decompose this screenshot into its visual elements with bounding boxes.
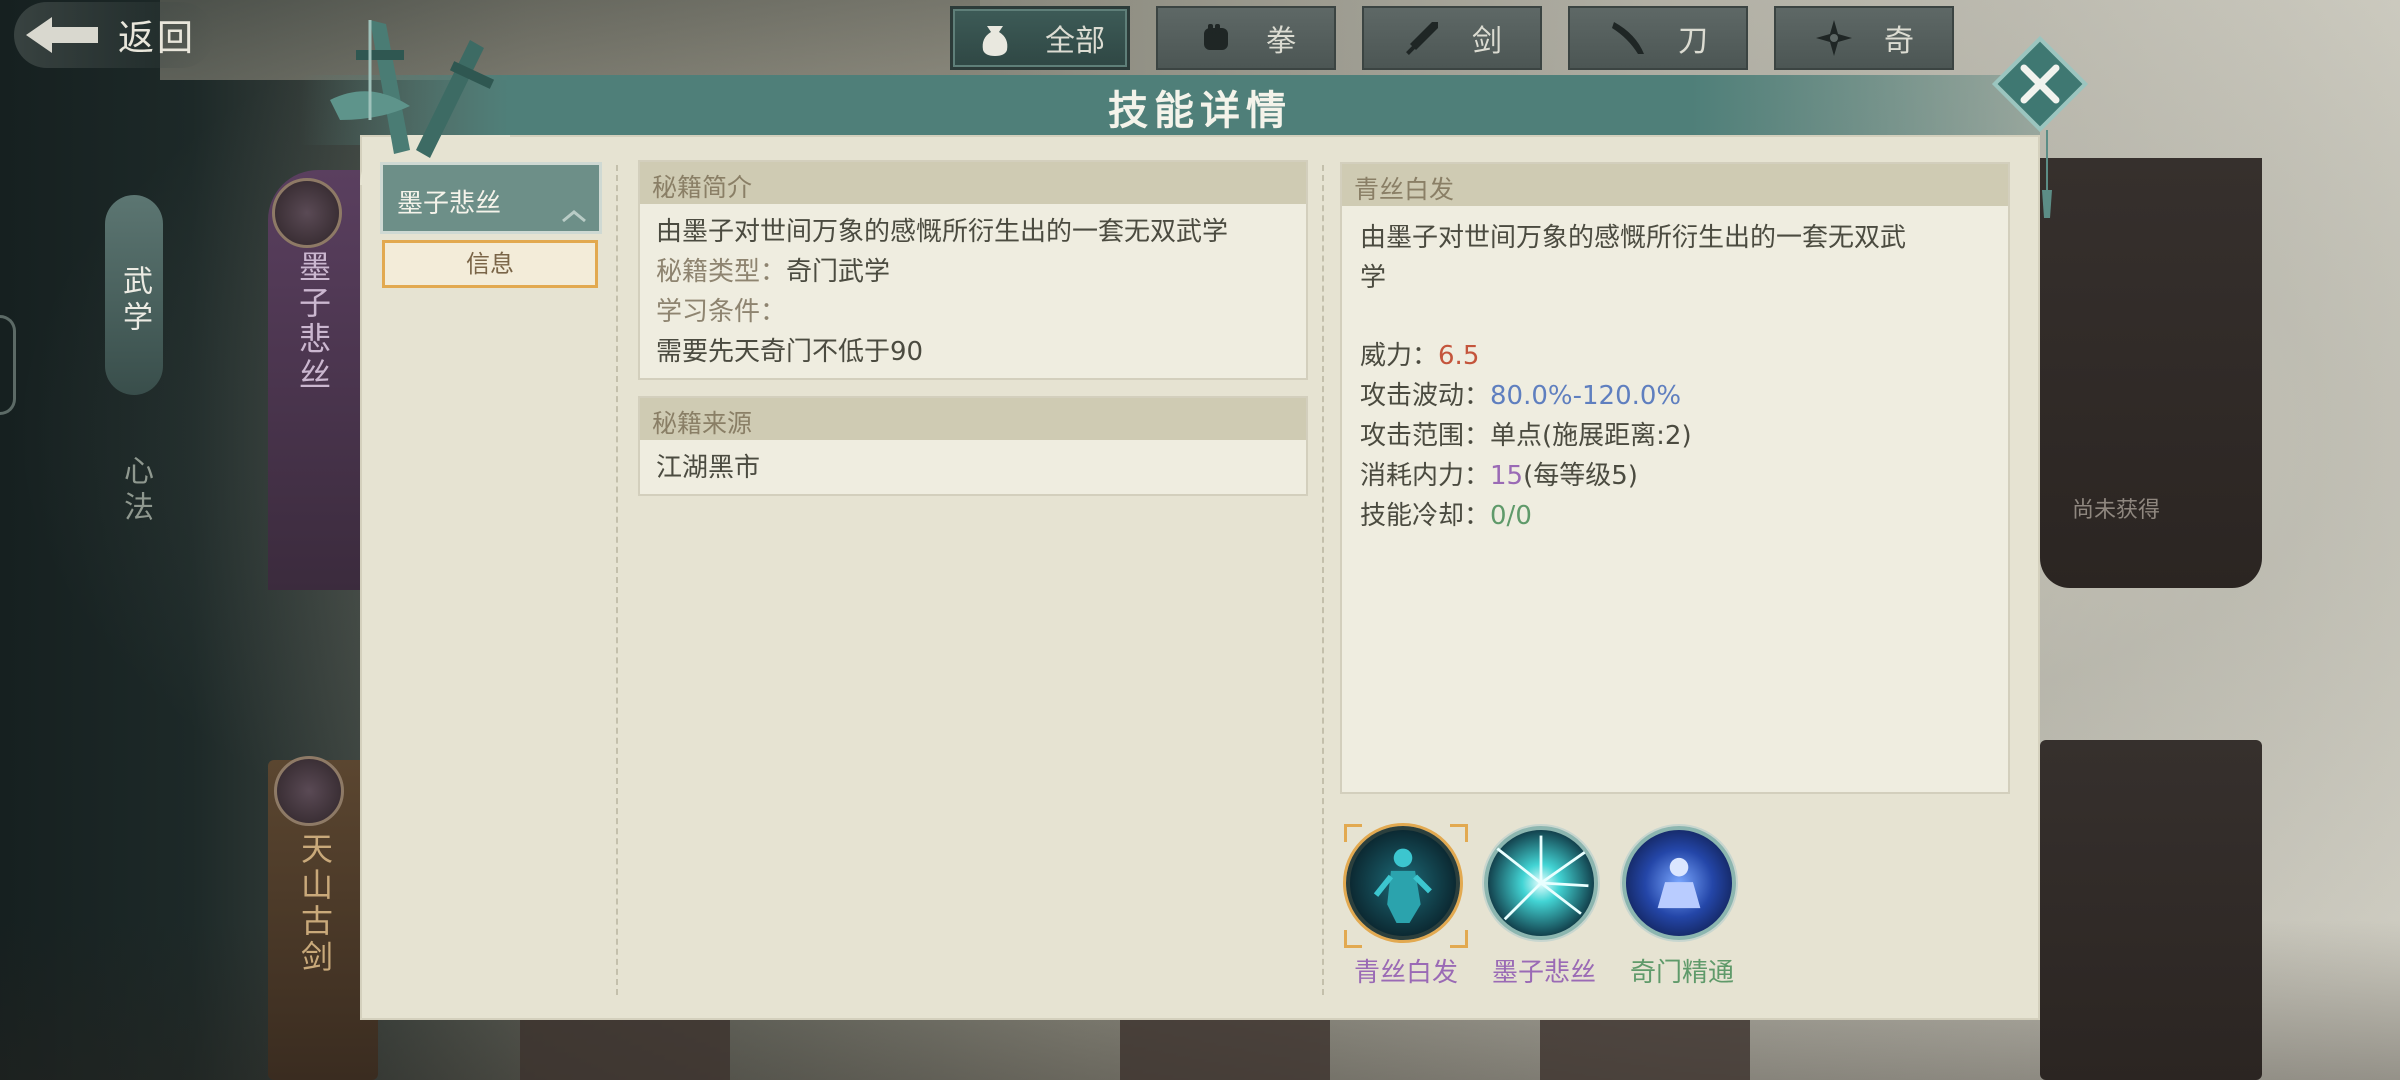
info-button[interactable]: 信息 — [382, 240, 598, 288]
left-nav: 武学 心法 — [0, 95, 185, 1080]
blade-icon — [1612, 22, 1644, 54]
modal-title: 技能详情 — [1108, 88, 1292, 134]
nav-tab-label: 心法 — [118, 455, 153, 527]
skill-list-label: 墨子悲丝 — [397, 189, 502, 219]
sword-icon — [1406, 22, 1438, 55]
tassel-decoration — [2040, 130, 2054, 220]
range-value: 单点(施展距离:2) — [1490, 421, 1692, 451]
filter-tab-label: 剑 — [1472, 24, 1502, 59]
figure-silhouette-icon — [1346, 826, 1460, 940]
meditation-icon — [1622, 826, 1736, 940]
shuriken-icon — [1816, 20, 1852, 56]
divider — [1322, 165, 1324, 995]
not-obtained-label: 尚未获得 — [2072, 498, 2161, 523]
filter-tab-label: 拳 — [1266, 24, 1296, 59]
filter-tab-label: 刀 — [1678, 24, 1708, 59]
skill-list-item[interactable]: 墨子悲丝 — [380, 162, 602, 234]
skill-detail-panel: 青丝白发 由墨子对世间万象的感慨所衍生出的一套无双武 学 威力：6.5 攻击波动… — [1340, 162, 2010, 794]
detail-description-line: 学 — [1360, 263, 1387, 293]
detail-header: 青丝白发 — [1342, 164, 2008, 206]
cooldown-label: 技能冷却： — [1360, 501, 1491, 531]
selection-corner — [1450, 930, 1468, 948]
requirement-label: 学习条件： — [656, 297, 787, 327]
background-card-strip — [1120, 1020, 1330, 1080]
cooldown-value: 0/0 — [1490, 501, 1532, 531]
type-label: 秘籍类型： — [656, 257, 787, 287]
divider — [616, 165, 618, 995]
filter-tab-fist[interactable]: 拳 — [1156, 6, 1336, 70]
type-value: 奇门武学 — [786, 257, 891, 287]
filter-tab-label: 全部 — [1045, 24, 1105, 59]
cost-label: 消耗内力： — [1360, 461, 1491, 491]
requirement-value: 需要先天奇门不低于90 — [656, 337, 924, 367]
background-card-title: 墨子悲丝 — [294, 250, 332, 394]
selection-corner — [1344, 824, 1362, 842]
selection-corner — [1344, 930, 1362, 948]
intro-section: 秘籍简介 由墨子对世间万象的感慨所衍生出的一套无双武学 秘籍类型：奇门武学 学习… — [638, 160, 1308, 380]
background-skill-card[interactable] — [2040, 740, 2262, 1080]
bag-icon — [982, 26, 1008, 56]
power-label: 威力： — [1360, 341, 1439, 371]
nav-tab-wuxue[interactable]: 武学 — [105, 195, 163, 395]
close-button[interactable] — [1990, 34, 2090, 134]
filter-tab-special[interactable]: 奇 — [1774, 6, 1954, 70]
crossed-swords-icon — [330, 20, 495, 158]
skill-icon-label: 墨子悲丝 — [1491, 958, 1596, 988]
burst-icon — [1484, 826, 1598, 940]
skill-icon-button[interactable] — [1622, 826, 1742, 946]
background-card-title: 天山古剑 — [296, 832, 334, 976]
power-value: 6.5 — [1438, 341, 1480, 371]
nav-tab-xinfa[interactable]: 心法 — [110, 455, 160, 555]
selection-corner — [1450, 824, 1468, 842]
filter-tab-sword[interactable]: 剑 — [1362, 6, 1542, 70]
range-label: 攻击范围： — [1360, 421, 1491, 451]
close-icon — [1991, 35, 2089, 133]
detail-description-line: 由墨子对世间万象的感慨所衍生出的一套无双武 — [1360, 223, 1907, 253]
filter-tab-label: 奇 — [1884, 24, 1914, 59]
source-value: 江湖黑市 — [656, 453, 761, 483]
shuriken-icon — [272, 178, 342, 248]
left-edge-handle[interactable] — [0, 315, 16, 415]
back-button[interactable]: 返回 — [14, 2, 214, 68]
source-section: 秘籍来源 江湖黑市 — [638, 396, 1308, 496]
skill-icon-button[interactable] — [1344, 824, 1468, 948]
skill-icon-label: 青丝白发 — [1353, 958, 1458, 988]
source-header: 秘籍来源 — [640, 398, 1306, 440]
cost-value: 15 — [1490, 461, 1524, 491]
filter-tab-blade[interactable]: 刀 — [1568, 6, 1748, 70]
wave-value: 80.0%-120.0% — [1490, 381, 1682, 411]
nav-tab-label: 武学 — [117, 265, 152, 337]
skill-icon-button[interactable] — [1484, 826, 1604, 946]
background-roof — [160, 0, 980, 80]
back-arrow-icon — [22, 11, 102, 59]
wave-label: 攻击波动： — [1360, 381, 1491, 411]
intro-header: 秘籍简介 — [640, 162, 1306, 204]
cost-extra: (每等级5) — [1523, 461, 1638, 491]
filter-tab-all[interactable]: 全部 — [950, 6, 1130, 70]
fist-icon — [1204, 24, 1228, 50]
background-card-strip — [520, 1020, 730, 1080]
chevron-up-icon — [562, 210, 586, 223]
sword-badge-icon — [274, 756, 344, 826]
background-card-strip — [1540, 1020, 1750, 1080]
intro-description: 由墨子对世间万象的感慨所衍生出的一套无双武学 — [656, 217, 1229, 247]
back-label: 返回 — [118, 18, 197, 59]
skill-icon-label: 奇门精通 — [1629, 958, 1734, 988]
